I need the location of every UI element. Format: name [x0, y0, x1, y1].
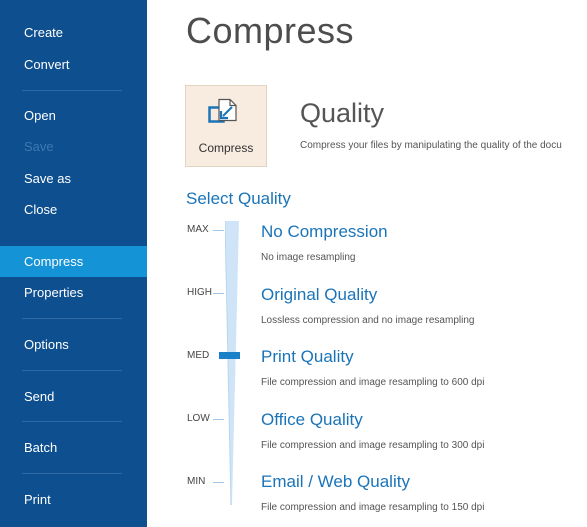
option-description: File compression and image resampling to… [261, 440, 485, 451]
sidebar-item-print[interactable]: Print [0, 484, 147, 515]
select-quality-heading: Select Quality [186, 189, 291, 208]
sidebar-divider [22, 473, 122, 474]
quality-slider-thumb[interactable] [219, 352, 240, 359]
option-description: File compression and image resampling to… [261, 377, 485, 388]
slider-level-max: MAX [187, 224, 209, 235]
slider-level-low: LOW [187, 413, 210, 424]
quality-description: Compress your files by manipulating the … [300, 140, 562, 151]
slider-tick [213, 230, 224, 231]
compress-document-icon [208, 98, 242, 126]
option-no-compression[interactable]: No Compression [261, 222, 388, 242]
page-title: Compress [186, 10, 355, 51]
sidebar-divider [22, 90, 122, 91]
slider-tick [213, 482, 224, 483]
option-print-quality[interactable]: Print Quality [261, 347, 354, 367]
option-original-quality[interactable]: Original Quality [261, 285, 377, 305]
sidebar-item-send[interactable]: Send [0, 381, 147, 412]
option-description: File compression and image resampling to… [261, 502, 485, 513]
sidebar-divider [22, 421, 122, 422]
slider-tick [213, 419, 224, 420]
sidebar-item-create[interactable]: Create [0, 17, 147, 48]
slider-level-min: MIN [187, 476, 206, 487]
compress-button-label: Compress [198, 141, 254, 155]
sidebar-item-batch[interactable]: Batch [0, 432, 147, 463]
quality-slider-track[interactable] [225, 221, 239, 505]
slider-level-med: MED [187, 350, 210, 361]
sidebar-item-save-as[interactable]: Save as [0, 163, 147, 194]
sidebar-item-open[interactable]: Open [0, 100, 147, 131]
option-email-web-quality[interactable]: Email / Web Quality [261, 472, 410, 492]
sidebar-divider [22, 318, 122, 319]
option-description: Lossless compression and no image resamp… [261, 315, 475, 326]
slider-tick [213, 293, 224, 294]
quality-heading: Quality [300, 98, 385, 128]
option-description: No image resampling [261, 252, 356, 263]
sidebar-item-compress[interactable]: Compress [0, 246, 147, 277]
sidebar-item-save: Save [24, 139, 54, 154]
sidebar-item-properties[interactable]: Properties [0, 277, 147, 308]
compress-button[interactable]: Compress [185, 85, 267, 167]
sidebar-item-close[interactable]: Close [0, 194, 147, 225]
sidebar-item-options[interactable]: Options [0, 329, 147, 360]
option-office-quality[interactable]: Office Quality [261, 410, 363, 430]
sidebar-divider [22, 370, 122, 371]
sidebar: Create Convert Open Save Save as Close C… [0, 0, 147, 527]
sidebar-item-convert[interactable]: Convert [0, 49, 147, 80]
slider-level-high: HIGH [187, 287, 212, 298]
